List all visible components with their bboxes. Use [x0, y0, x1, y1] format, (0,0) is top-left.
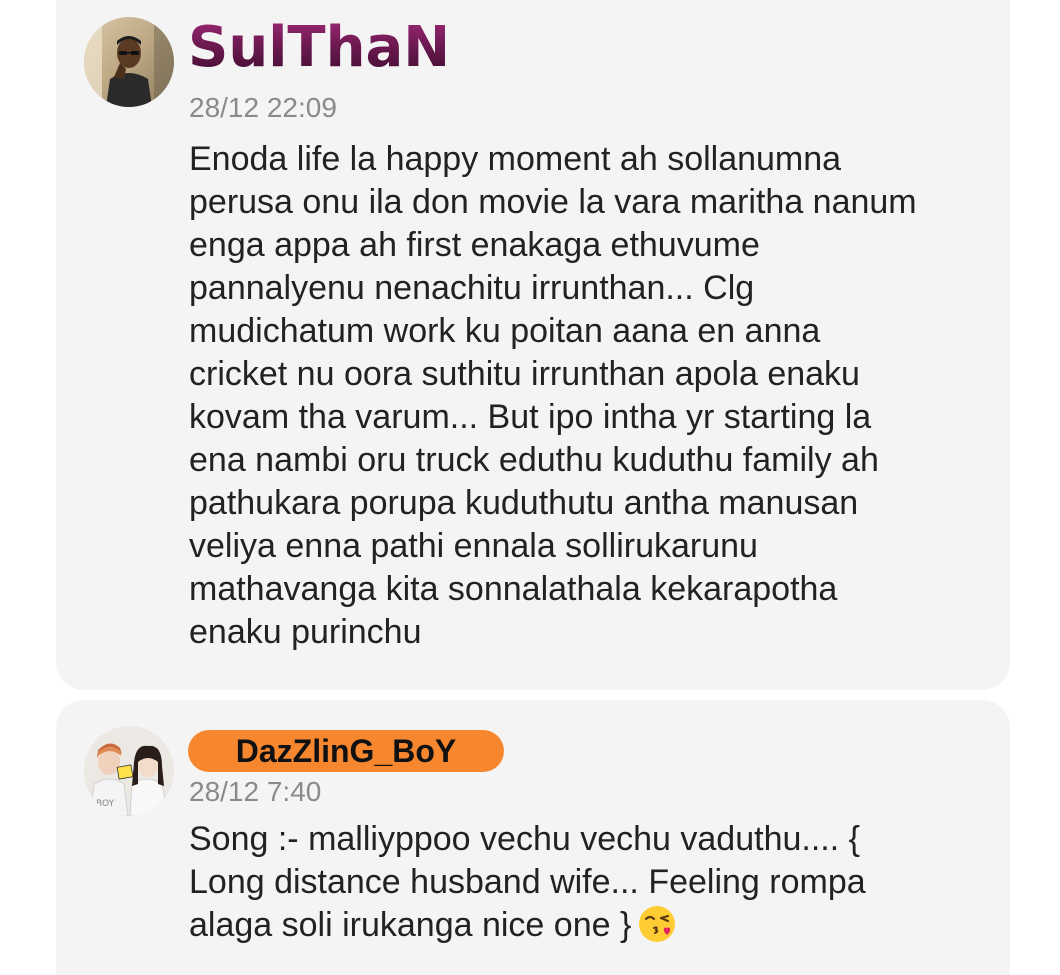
comment-feed: SulThaN 28/12 22:09 Enoda life la happy …: [0, 0, 1060, 975]
author-name-badge[interactable]: DazZlinG_BoY: [188, 730, 504, 772]
user-avatar-photo-icon: [84, 17, 174, 107]
couple-avatar-photo-icon: BOY: [84, 726, 174, 816]
svg-text:BOY: BOY: [96, 799, 115, 809]
user-avatar[interactable]: BOY: [84, 726, 174, 816]
comment-text-content: Song :- malliyppoo vechu vechu vaduthu..…: [189, 820, 866, 944]
author-name[interactable]: SulThaN: [188, 16, 450, 80]
user-avatar[interactable]: [84, 17, 174, 107]
comment-text: Song :- malliyppoo vechu vechu vaduthu..…: [189, 818, 990, 947]
comment-text: Enoda life la happy moment ah sollanumna…: [189, 140, 917, 651]
comment-timestamp: 28/12 7:40: [189, 776, 322, 807]
face-blowing-kiss-emoji-icon: [639, 906, 676, 942]
comment-card: SulThaN 28/12 22:09 Enoda life la happy …: [56, 0, 1010, 690]
comment-timestamp: 28/12 22:09: [189, 92, 337, 123]
comment-card: BOY DazZlinG_BoY 28/12 7:40 Song :- mall…: [56, 700, 1010, 975]
